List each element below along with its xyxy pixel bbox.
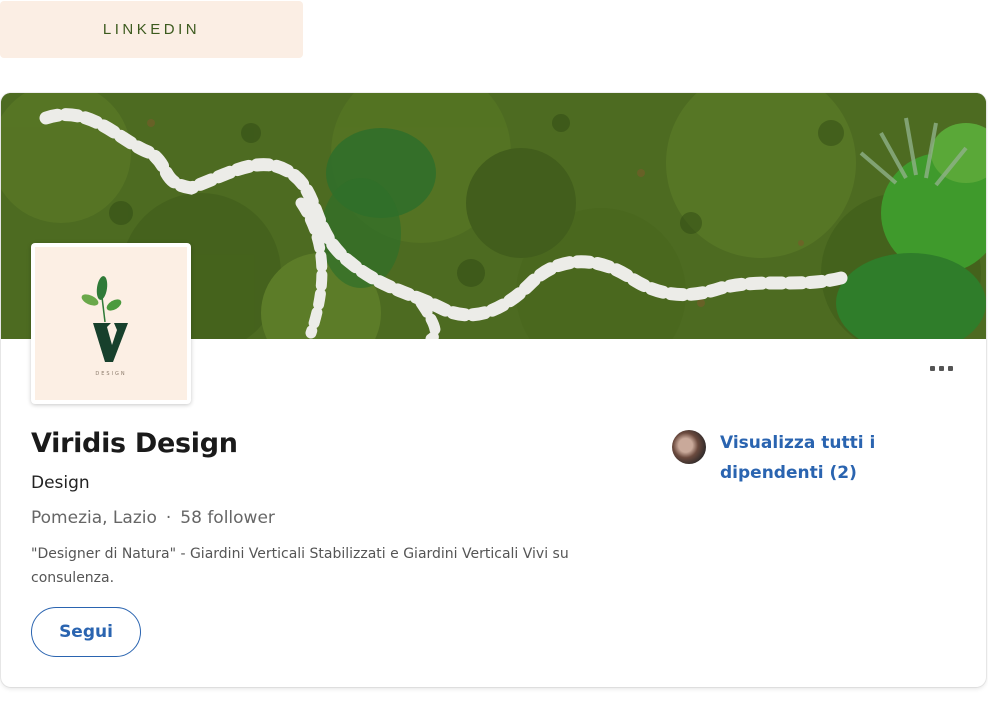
- view-employees[interactable]: Visualizza tutti i dipendenti (2): [672, 428, 902, 488]
- company-name: Viridis Design: [31, 428, 238, 459]
- company-industry: Design: [31, 473, 90, 493]
- viridis-leaf-v-icon: DESIGN: [81, 276, 128, 377]
- view-employees-link[interactable]: Visualizza tutti i dipendenti (2): [720, 428, 902, 488]
- company-meta: Pomezia, Lazio · 58 follower: [31, 508, 275, 528]
- linkedin-tag-chip: LINKEDIN: [0, 1, 303, 58]
- company-profile-card: DESIGN Viridis Design Design Pomezia, La…: [1, 93, 986, 687]
- company-logo[interactable]: DESIGN: [31, 243, 191, 404]
- follow-button[interactable]: Segui: [31, 607, 141, 657]
- more-horizontal-icon: [929, 365, 935, 371]
- logo-background: DESIGN: [35, 247, 187, 400]
- more-dot: [947, 365, 953, 371]
- more-dot: [938, 365, 944, 371]
- linkedin-tag-label: LINKEDIN: [102, 21, 201, 38]
- company-tagline: "Designer di Natura" - Giardini Vertical…: [31, 546, 569, 586]
- employee-avatar: [672, 430, 706, 464]
- company-location: Pomezia, Lazio: [31, 508, 157, 528]
- more-options-button[interactable]: [921, 355, 961, 381]
- follower-count: 58 follower: [180, 508, 275, 528]
- logo-subtext: DESIGN: [95, 371, 126, 377]
- meta-separator: ·: [165, 508, 172, 528]
